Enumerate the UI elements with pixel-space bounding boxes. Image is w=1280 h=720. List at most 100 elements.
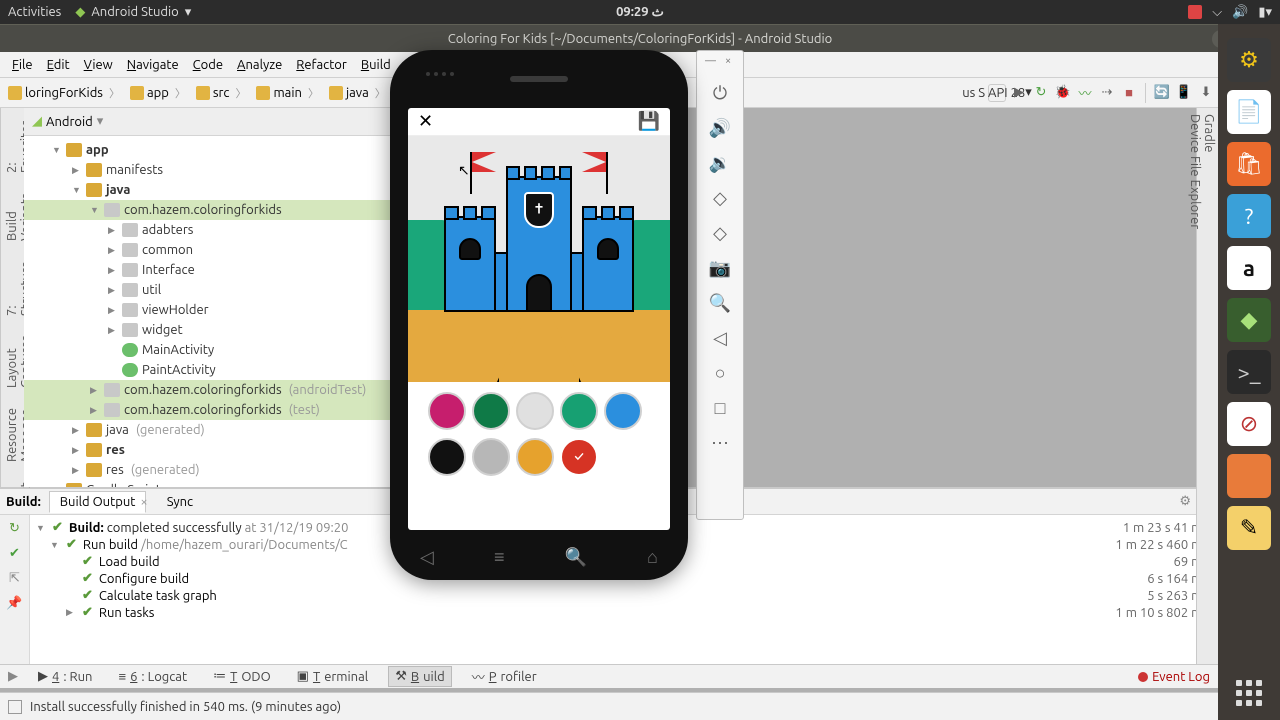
volume-up-icon[interactable]: 🔊 (709, 118, 731, 139)
build-row[interactable]: ▶✔Run tasks1 m 10 s 802 ms (36, 604, 1208, 621)
color-swatch[interactable] (472, 438, 510, 476)
dock-apps-button[interactable] (1236, 680, 1262, 706)
breadcrumb-item[interactable]: java (325, 84, 392, 102)
rotate-right-icon[interactable]: ◇ (713, 223, 727, 244)
dock-item-terminal[interactable]: >_ (1227, 350, 1271, 394)
drawing-canvas[interactable]: ↖ (408, 136, 670, 382)
device-selector[interactable]: us S API 28 ▾ (988, 84, 1006, 102)
volume-down-icon[interactable]: 🔉 (709, 153, 731, 174)
left-tab[interactable]: 7: Structure (3, 257, 22, 320)
breadcrumb-item[interactable]: main (252, 84, 324, 102)
breadcrumb-item[interactable]: src (192, 84, 253, 102)
project-view-selector[interactable]: ◢Android▾ (32, 114, 103, 129)
bottom-tab-todo[interactable]: ≔TODO (207, 667, 277, 686)
rotate-left-icon[interactable]: ◇ (713, 188, 727, 209)
color-swatch[interactable] (428, 392, 466, 430)
tab-gradle[interactable]: Gradle (1202, 114, 1216, 318)
device-nav-buttons[interactable]: ◁ ≡ 🔍 ⌂ (390, 547, 688, 568)
color-swatch[interactable] (604, 392, 642, 430)
power-icon[interactable]: ⏻ (713, 83, 727, 104)
menu-code[interactable]: Code (187, 56, 229, 74)
attach-debugger-button[interactable]: ⇢ (1098, 84, 1116, 102)
dock-item-help[interactable]: ? (1227, 194, 1271, 238)
battery-icon[interactable]: ▮▾ (1258, 5, 1272, 20)
emulator-minimize-button[interactable]: — (705, 55, 719, 69)
screenshot-icon[interactable]: 📷 (709, 258, 731, 279)
color-swatch[interactable] (560, 392, 598, 430)
sync-gradle-button[interactable]: 🔄 (1153, 84, 1171, 102)
home-icon[interactable]: ○ (715, 363, 726, 384)
event-log-button[interactable]: Event Log (1138, 670, 1210, 684)
color-palette[interactable]: ✓ (408, 382, 670, 486)
nav-search-icon[interactable]: 🔍 (565, 547, 587, 568)
menu-navigate[interactable]: Navigate (121, 56, 185, 74)
profiler-button[interactable]: 〰 (1076, 84, 1094, 102)
build-row[interactable]: ✔Calculate task graph5 s 263 ms (36, 587, 1208, 604)
build-settings-icon[interactable]: ⚙ (1179, 494, 1191, 509)
overview-icon[interactable]: □ (715, 398, 726, 419)
menu-view[interactable]: View (78, 56, 119, 74)
left-tab[interactable]: Resource Manager (3, 404, 22, 466)
breadcrumb-item[interactable]: loringForKids (4, 84, 126, 102)
bottom-tab-logcat[interactable]: ≡6: Logcat (112, 667, 193, 686)
bottom-tab-run[interactable]: ▶4: Run (32, 667, 98, 686)
run-button[interactable]: ▶ (1010, 84, 1028, 102)
left-tab[interactable]: 2: Favorites (3, 116, 22, 177)
emulator-toolbar[interactable]: — × ⏻ 🔊 🔉 ◇ ◇ 📷 🔍 ◁ ○ □ ⋯ (696, 50, 744, 520)
pin-icon[interactable]: 📌 (6, 596, 22, 611)
bottom-tab-profiler[interactable]: 〰Profiler (466, 665, 543, 688)
activities-label[interactable]: Activities (8, 5, 61, 19)
zoom-icon[interactable]: 🔍 (709, 293, 731, 314)
nav-home-icon[interactable]: ⌂ (647, 547, 658, 568)
apply-changes-button[interactable]: ↻ (1032, 84, 1050, 102)
bottom-tool-bar[interactable]: ▶▶4: Run≡6: Logcat≔TODO▣Terminal⚒Build〰P… (0, 664, 1218, 688)
left-tab[interactable]: Build Variants (3, 189, 22, 245)
app-close-button[interactable]: ✕ (418, 111, 433, 132)
dock-item-amazon[interactable]: a (1227, 246, 1271, 290)
nav-back-icon[interactable]: ◁ (420, 547, 434, 568)
color-swatch[interactable] (472, 392, 510, 430)
right-tool-tabs[interactable]: Gradle Device File Explorer (1196, 108, 1218, 664)
dock-item-settings[interactable]: ⚙ (1227, 38, 1271, 82)
app-save-button[interactable]: 💾 (638, 111, 660, 132)
nav-menu-icon[interactable]: ≡ (494, 547, 505, 568)
menu-refactor[interactable]: Refactor (290, 56, 353, 74)
dock-item-writer[interactable]: 📄 (1227, 90, 1271, 134)
expand-icon[interactable]: ⇱ (9, 571, 20, 586)
wifi-icon[interactable]: ⌵ (1212, 5, 1222, 20)
record-icon[interactable] (1188, 5, 1202, 19)
emulator-close-button[interactable]: × (725, 55, 739, 69)
left-tool-tabs[interactable]: 1: ProjectResource ManagerLayout Capture… (0, 108, 24, 487)
dock-item-files[interactable] (1227, 454, 1271, 498)
avd-manager-button[interactable]: 📱 (1175, 84, 1193, 102)
emulator-window[interactable]: — × ⏻ 🔊 🔉 ◇ ◇ 📷 🔍 ◁ ○ □ ⋯ ✕ 💾 (390, 50, 744, 570)
menu-edit[interactable]: Edit (41, 56, 76, 74)
left-tab[interactable]: Layout Captures (3, 332, 22, 393)
status-indicator-icon[interactable] (8, 700, 22, 714)
system-tray[interactable]: ⌵ 🔊 ▮▾ (1188, 5, 1272, 20)
tab-build-output[interactable]: Build Output (49, 491, 147, 513)
filter-icon[interactable]: ✔ (9, 546, 20, 561)
breadcrumb-item[interactable]: app (126, 84, 192, 102)
color-swatch[interactable] (516, 392, 554, 430)
color-swatch[interactable] (516, 438, 554, 476)
bottom-tab-build[interactable]: ⚒Build (388, 666, 452, 687)
rerun-icon[interactable]: ↻ (9, 521, 20, 536)
menu-file[interactable]: File (6, 56, 39, 74)
active-app-menu[interactable]: ◆Android Studio▾ (75, 5, 191, 20)
color-swatch[interactable]: ✓ (560, 438, 598, 476)
desktop-dock[interactable]: ⚙ 📄 🛍 ? a ◆ >_ ⊘ ✎ (1218, 24, 1280, 720)
tab-sync[interactable]: Sync (156, 491, 204, 513)
back-icon[interactable]: ◁ (713, 328, 727, 349)
stop-button[interactable]: ■ (1120, 84, 1138, 102)
dock-item-software[interactable]: 🛍 (1227, 142, 1271, 186)
sdk-manager-button[interactable]: ⬇ (1197, 84, 1215, 102)
debug-button[interactable]: 🐞 (1054, 84, 1072, 102)
dock-item-android-studio[interactable]: ◆ (1227, 298, 1271, 342)
bottom-tab-terminal[interactable]: ▣Terminal (291, 667, 375, 686)
dock-item-disk[interactable]: ⊘ (1227, 402, 1271, 446)
volume-icon[interactable]: 🔊 (1232, 5, 1248, 20)
menu-analyze[interactable]: Analyze (231, 56, 288, 74)
dock-item-notes[interactable]: ✎ (1227, 506, 1271, 550)
more-icon[interactable]: ⋯ (711, 433, 729, 454)
